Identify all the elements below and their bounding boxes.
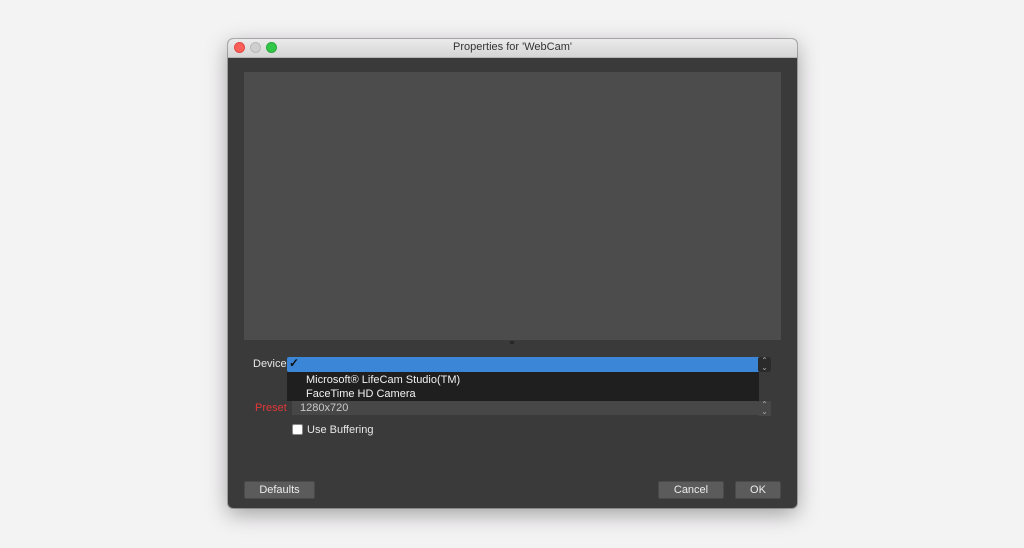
cancel-button[interactable]: Cancel xyxy=(658,481,724,499)
dropdown-item-lifecam[interactable]: Microsoft® LifeCam Studio(TM) xyxy=(306,374,460,386)
checkmark-icon: ✓ xyxy=(289,356,300,370)
use-buffering-label: Use Buffering xyxy=(307,424,374,436)
device-label: Device xyxy=(253,358,287,370)
device-stepper-icon[interactable]: ⌃ ⌄ xyxy=(758,357,771,372)
properties-dialog: Properties for 'WebCam' Device ✓ ⌃ ⌄ Micr… xyxy=(228,39,797,508)
splitter-handle[interactable] xyxy=(510,341,514,344)
defaults-button[interactable]: Defaults xyxy=(244,481,315,499)
device-dropdown-menu: Microsoft® LifeCam Studio(TM) FaceTime H… xyxy=(287,372,759,401)
preset-label: Preset xyxy=(255,402,287,414)
ok-button[interactable]: OK xyxy=(735,481,781,499)
title-bar[interactable]: Properties for 'WebCam' xyxy=(228,39,797,58)
dropdown-item-facetime[interactable]: FaceTime HD Camera xyxy=(306,388,416,400)
use-buffering-checkbox[interactable] xyxy=(292,424,303,435)
video-preview xyxy=(244,72,781,340)
preset-select[interactable]: 1280x720 xyxy=(292,401,758,415)
window-title: Properties for 'WebCam' xyxy=(453,41,572,53)
device-select[interactable]: ✓ xyxy=(287,356,771,372)
preset-stepper-icon[interactable]: ⌃ ⌄ xyxy=(758,401,771,416)
